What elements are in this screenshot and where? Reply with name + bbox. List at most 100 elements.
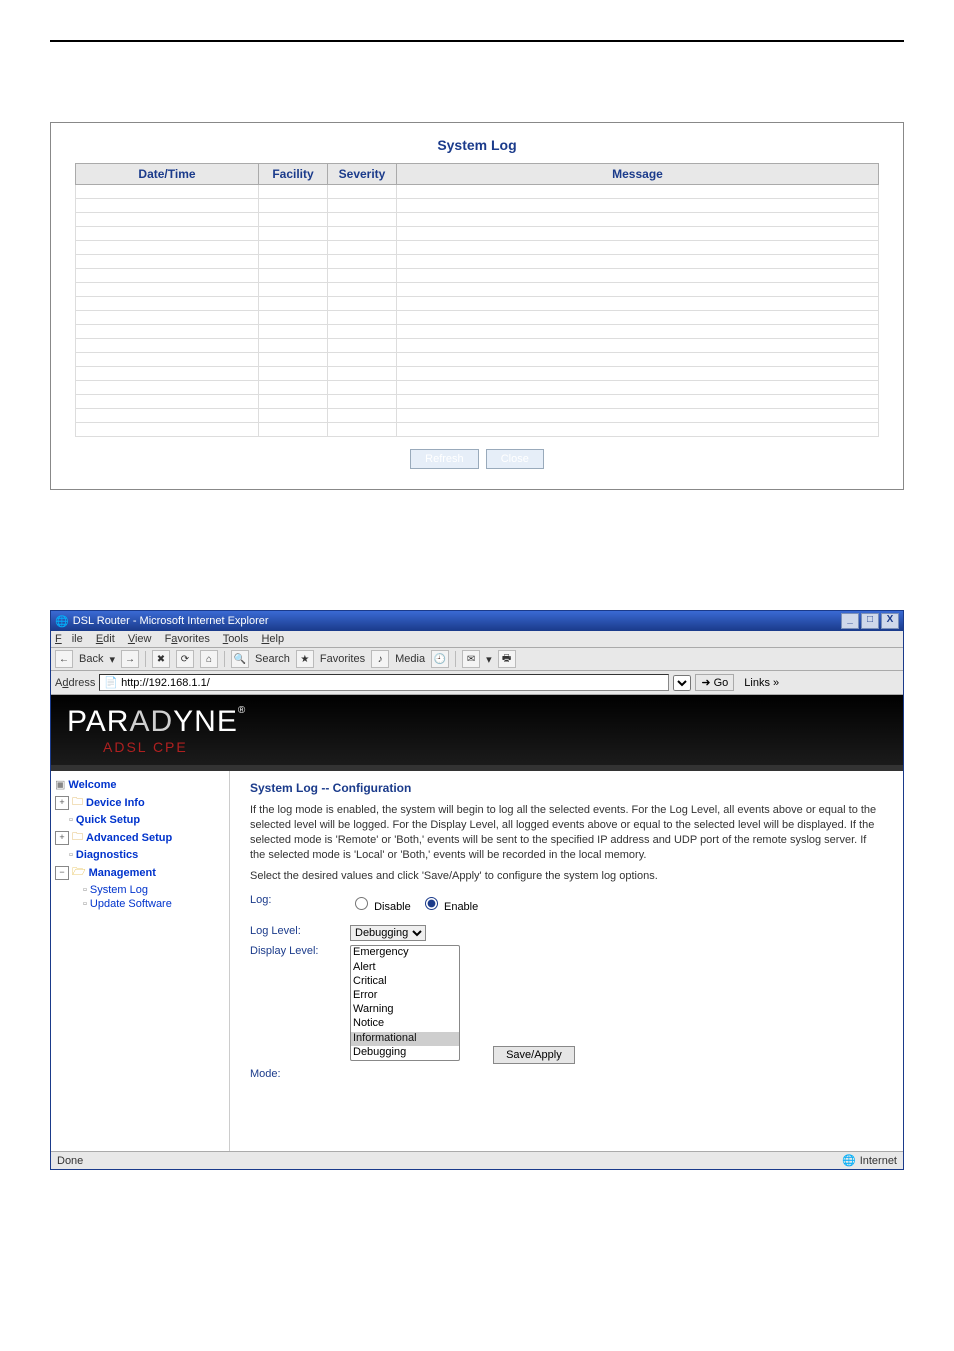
- search-label[interactable]: Search: [255, 653, 290, 665]
- level-option[interactable]: Critical: [351, 975, 459, 989]
- status-text: Done: [57, 1155, 83, 1167]
- level-option[interactable]: Error: [351, 989, 459, 1003]
- level-option[interactable]: Notice: [351, 1017, 459, 1031]
- page-icon: ▫: [69, 814, 73, 826]
- mail-dropdown-icon[interactable]: ▾: [486, 653, 492, 666]
- back-dropdown-icon[interactable]: ▾: [109, 653, 115, 666]
- collapse-icon[interactable]: −: [55, 866, 69, 880]
- table-cell: user: [259, 367, 328, 381]
- table-cell: user: [259, 339, 328, 353]
- table-row: 1st day 00:00:43usercritklogd: ADSL G.99…: [76, 255, 879, 269]
- folder-open-icon: 🗁: [72, 863, 86, 882]
- level-option[interactable]: Warning: [351, 1003, 459, 1017]
- table-row: 1st day 00:00:43usercritklogd: ADSL link…: [76, 381, 879, 395]
- forward-icon[interactable]: →: [121, 650, 139, 668]
- nav-diagnostics[interactable]: ▫Diagnostics: [55, 848, 225, 862]
- table-cell: 1st day 00:00:43: [76, 269, 259, 283]
- nav-system-log[interactable]: ▫System Log: [55, 883, 225, 897]
- expand-icon[interactable]: +: [55, 831, 69, 845]
- table-cell: 1st day 00:00:43: [76, 325, 259, 339]
- favorites-icon[interactable]: ★: [296, 650, 314, 668]
- table-cell: klogd: ADSL link down: [397, 311, 879, 325]
- window-maximize-button[interactable]: □: [861, 613, 879, 629]
- menu-bar: File Edit View Favorites Tools Help: [51, 631, 903, 648]
- page-icon: ▣: [55, 778, 65, 791]
- save-apply-button[interactable]: Save/Apply: [493, 1046, 575, 1064]
- media-icon[interactable]: ♪: [371, 650, 389, 668]
- table-cell: crit: [328, 325, 397, 339]
- address-field[interactable]: 📄 http://192.168.1.1/: [99, 674, 669, 691]
- table-cell: klogd: OAM loopback response not receive…: [397, 339, 879, 353]
- table-cell: user: [259, 185, 328, 199]
- links-label[interactable]: Links »: [744, 677, 779, 689]
- search-icon[interactable]: 🔍: [231, 650, 249, 668]
- print-icon[interactable]: 🖶: [498, 650, 516, 668]
- window-close-button[interactable]: X: [881, 613, 899, 629]
- table-row: 1st day 00:00:43usercritklogd: OAM loopb…: [76, 199, 879, 213]
- menu-tools[interactable]: Tools: [223, 633, 249, 645]
- menu-view[interactable]: View: [128, 633, 152, 645]
- status-zone: Internet: [860, 1155, 897, 1167]
- page-divider: [50, 40, 904, 42]
- address-dropdown[interactable]: [673, 675, 691, 691]
- folder-icon: 🗀: [72, 793, 83, 812]
- table-cell: crit: [328, 283, 397, 297]
- log-enable-option[interactable]: Enable: [420, 901, 478, 913]
- table-cell: klogd: ADSL G.992 channel analysis: [397, 241, 879, 255]
- history-icon[interactable]: 🕘: [431, 650, 449, 668]
- loglevel-select[interactable]: Debugging: [350, 925, 426, 941]
- nav-update-software[interactable]: ▫Update Software: [55, 897, 225, 911]
- col-datetime: Date/Time: [76, 164, 259, 185]
- window-title: DSL Router - Microsoft Internet Explorer: [73, 615, 269, 627]
- table-cell: user: [259, 199, 328, 213]
- displaylevel-label: Display Level:: [250, 945, 350, 957]
- expand-icon[interactable]: +: [55, 796, 69, 810]
- refresh-icon[interactable]: ⟳: [176, 650, 194, 668]
- table-cell: user: [259, 269, 328, 283]
- menu-edit[interactable]: Edit: [96, 633, 115, 645]
- menu-favorites[interactable]: Favorites: [165, 633, 210, 645]
- refresh-button[interactable]: Refresh: [410, 449, 479, 469]
- table-cell: crit: [328, 311, 397, 325]
- level-option[interactable]: Emergency: [351, 946, 459, 960]
- nav-management[interactable]: −🗁Management: [55, 862, 225, 883]
- col-severity: Severity: [328, 164, 397, 185]
- table-cell: BCM96345 started: BusyBox v0.60.4 (2: [397, 423, 879, 437]
- browser-window: 🌐 DSL Router - Microsoft Internet Explor…: [50, 610, 904, 1170]
- table-cell: 1st day 00:00:43: [76, 241, 259, 255]
- menu-file[interactable]: File: [55, 633, 83, 645]
- table-cell: crit: [328, 199, 397, 213]
- nav-welcome[interactable]: ▣Welcome: [55, 777, 225, 792]
- displaylevel-select[interactable]: EmergencyAlertCriticalErrorWarningNotice…: [350, 945, 460, 1061]
- table-cell: klogd: ADSL G.992 message exchange: [397, 395, 879, 409]
- log-disable-option[interactable]: Disable: [350, 901, 411, 913]
- go-button[interactable]: ➜ Go: [695, 674, 734, 691]
- level-option[interactable]: Informational: [351, 1032, 459, 1046]
- table-cell: klogd: ADSL link up, interleaved, us=64,…: [397, 213, 879, 227]
- table-row: 1st day 00:00:42usercritklogd: OAM loopb…: [76, 185, 879, 199]
- nav-advanced-setup[interactable]: +🗀Advanced Setup: [55, 827, 225, 848]
- nav-device-info[interactable]: +🗀Device Info: [55, 792, 225, 813]
- close-button[interactable]: Close: [486, 449, 544, 469]
- level-option[interactable]: Alert: [351, 961, 459, 975]
- nav-quick-setup[interactable]: ▫Quick Setup: [55, 813, 225, 827]
- page-icon: ▫: [69, 849, 73, 861]
- table-cell: crit: [328, 297, 397, 311]
- table-cell: user: [259, 297, 328, 311]
- go-icon: ➜: [701, 676, 710, 689]
- table-cell: emerg: [328, 423, 397, 437]
- config-heading: System Log -- Configuration: [250, 781, 883, 795]
- favorites-label[interactable]: Favorites: [320, 653, 365, 665]
- media-label[interactable]: Media: [395, 653, 425, 665]
- stop-icon[interactable]: ✖: [152, 650, 170, 668]
- menu-help[interactable]: Help: [261, 633, 284, 645]
- main-content: System Log -- Configuration If the log m…: [230, 771, 903, 1151]
- address-bar: Address 📄 http://192.168.1.1/ ➜ Go Links…: [51, 671, 903, 695]
- mail-icon[interactable]: ✉: [462, 650, 480, 668]
- window-minimize-button[interactable]: _: [841, 613, 859, 629]
- back-icon[interactable]: ←: [55, 650, 73, 668]
- table-cell: user: [259, 255, 328, 269]
- back-label[interactable]: Back: [79, 653, 103, 665]
- level-option[interactable]: Debugging: [351, 1046, 459, 1060]
- home-icon[interactable]: ⌂: [200, 650, 218, 668]
